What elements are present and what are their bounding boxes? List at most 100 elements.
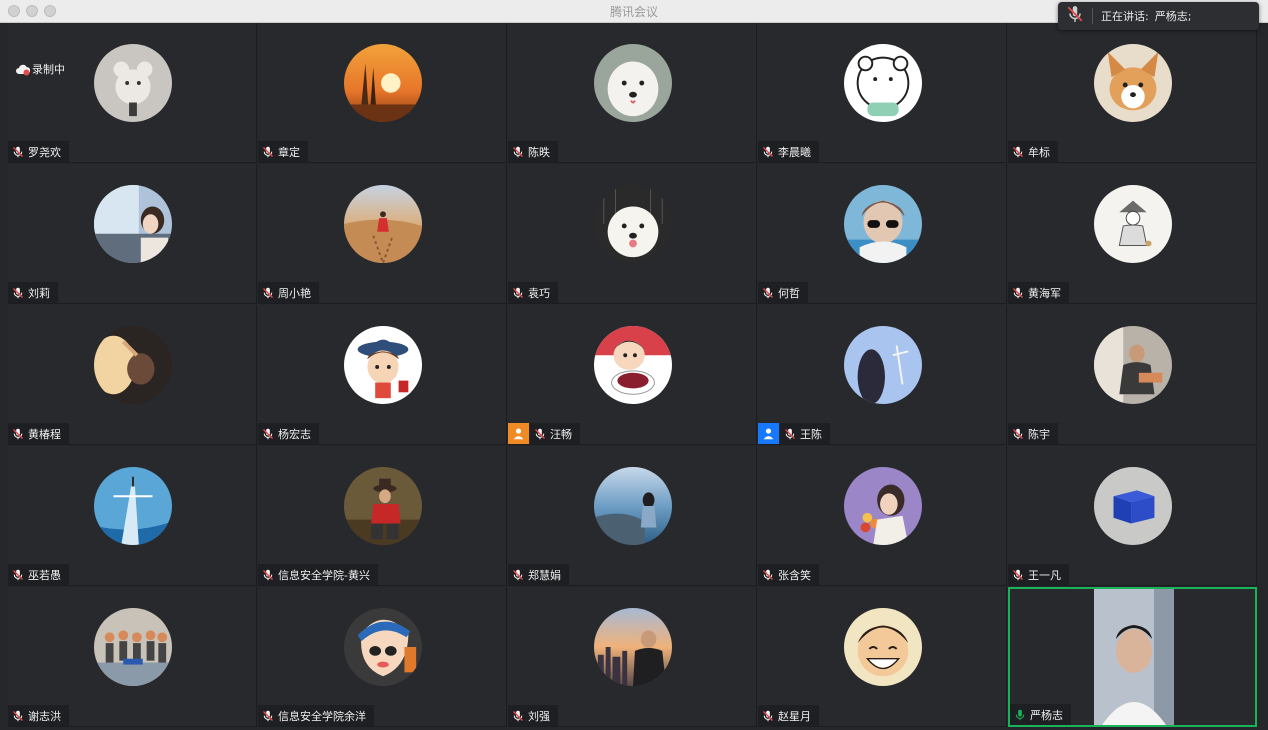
- avatar: [844, 44, 922, 122]
- name-tag: 严杨志: [1010, 704, 1071, 725]
- participant-tile[interactable]: 刘强: [508, 587, 757, 727]
- participant-name: 袁巧: [528, 286, 550, 300]
- participant-name: 刘莉: [28, 286, 50, 300]
- mic-active-icon: [1014, 709, 1026, 721]
- avatar: [594, 185, 672, 263]
- self-video-tile[interactable]: 严杨志: [1008, 587, 1257, 727]
- avatar: [94, 44, 172, 122]
- participant-tile[interactable]: 黄椿程: [8, 305, 257, 445]
- participant-tile[interactable]: 袁巧: [508, 164, 757, 304]
- participant-tile[interactable]: 周小艳: [258, 164, 507, 304]
- avatar: [594, 467, 672, 545]
- meeting-window: 腾讯会议 罗尧欢 录制中 章定 陈昳 李晨曦 牟标 刘莉 周小艳 袁巧 何哲 黄海军 黄椿程 杨宏志 汪畅…: [0, 0, 1268, 730]
- avatar: [1094, 467, 1172, 545]
- participant-tile[interactable]: 张含笑: [758, 446, 1007, 586]
- participant-tile[interactable]: 罗尧欢 录制中: [8, 23, 257, 163]
- mic-muted-icon: [12, 287, 24, 299]
- name-tag: 周小艳: [258, 282, 319, 303]
- avatar: [344, 467, 422, 545]
- mic-muted-icon: [762, 287, 774, 299]
- participant-tile[interactable]: 李晨曦: [758, 23, 1007, 163]
- participant-tile[interactable]: 王陈: [758, 305, 1007, 445]
- name-tag: 牟标: [1008, 141, 1058, 162]
- name-tag: 陈昳: [508, 141, 558, 162]
- mic-muted-icon: [1012, 569, 1024, 581]
- name-tag: 郑慧娟: [508, 564, 569, 585]
- avatar: [1094, 44, 1172, 122]
- divider: [1092, 8, 1093, 24]
- user-icon: [508, 423, 529, 444]
- name-tag: 王一凡: [1008, 564, 1069, 585]
- name-tag: 信息安全学院余洋: [258, 705, 374, 726]
- cloud-record-icon: [16, 64, 31, 76]
- participant-tile[interactable]: 赵星月: [758, 587, 1007, 727]
- participant-name: 谢志洪: [28, 709, 61, 723]
- mic-muted-icon: [512, 710, 524, 722]
- name-tag: 汪畅: [530, 423, 580, 444]
- participant-tile[interactable]: 何哲: [758, 164, 1007, 304]
- name-tag: 章定: [258, 141, 308, 162]
- mic-muted-icon: [534, 428, 546, 440]
- name-tag: 刘强: [508, 705, 558, 726]
- user-icon: [758, 423, 779, 444]
- participant-name: 杨宏志: [278, 427, 311, 441]
- name-tag: 张含笑: [758, 564, 819, 585]
- participant-tile[interactable]: 汪畅: [508, 305, 757, 445]
- mic-muted-icon: [1012, 146, 1024, 158]
- participant-name: 郑慧娟: [528, 568, 561, 582]
- name-tag: 杨宏志: [258, 423, 319, 444]
- mic-muted-icon: [12, 428, 24, 440]
- mic-muted-icon: [784, 428, 796, 440]
- avatar: [344, 185, 422, 263]
- participant-tile[interactable]: 杨宏志: [258, 305, 507, 445]
- participant-tile[interactable]: 陈昳: [508, 23, 757, 163]
- mic-muted-icon: [762, 710, 774, 722]
- participant-tile[interactable]: 王一凡: [1008, 446, 1257, 586]
- avatar: [344, 326, 422, 404]
- participant-name: 牟标: [1028, 145, 1050, 159]
- participant-tile[interactable]: 刘莉: [8, 164, 257, 304]
- participant-name: 章定: [278, 145, 300, 159]
- participant-tile[interactable]: 信息安全学院-黄兴: [258, 446, 507, 586]
- participant-tile[interactable]: 章定: [258, 23, 507, 163]
- participant-name: 刘强: [528, 709, 550, 723]
- participant-name: 周小艳: [278, 286, 311, 300]
- mic-muted-icon: [262, 710, 274, 722]
- avatar: [844, 608, 922, 686]
- participant-tile[interactable]: 巫若愚: [8, 446, 257, 586]
- mic-muted-icon: [12, 569, 24, 581]
- self-camera-video: [1094, 589, 1174, 725]
- participant-name: 黄椿程: [28, 427, 61, 441]
- participant-name: 李晨曦: [778, 145, 811, 159]
- avatar: [94, 467, 172, 545]
- mic-muted-icon: [512, 146, 524, 158]
- participant-grid: 罗尧欢 录制中章定 陈昳 李晨曦 牟标刘莉 周小艳 袁巧 何哲 黄海军黄椿程 杨宏志 汪畅 王陈 陈宇巫…: [8, 23, 1258, 728]
- participant-tile[interactable]: 谢志洪: [8, 587, 257, 727]
- mic-muted-icon: [762, 146, 774, 158]
- avatar: [594, 326, 672, 404]
- name-tag: 罗尧欢: [8, 141, 69, 162]
- mic-muted-icon: [512, 287, 524, 299]
- mic-muted-icon: [12, 146, 24, 158]
- name-tag: 何哲: [758, 282, 808, 303]
- name-tag: 李晨曦: [758, 141, 819, 162]
- participant-tile[interactable]: 黄海军: [1008, 164, 1257, 304]
- participant-name: 赵星月: [778, 709, 811, 723]
- recording-indicator[interactable]: 录制中: [16, 61, 65, 77]
- name-tag: 袁巧: [508, 282, 558, 303]
- participant-name: 何哲: [778, 286, 800, 300]
- avatar: [594, 608, 672, 686]
- name-tag: 谢志洪: [8, 705, 69, 726]
- participant-tile[interactable]: 陈宇: [1008, 305, 1257, 445]
- avatar: [344, 44, 422, 122]
- avatar: [94, 608, 172, 686]
- participant-tile[interactable]: 郑慧娟: [508, 446, 757, 586]
- participant-tile[interactable]: 信息安全学院余洋: [258, 587, 507, 727]
- avatar: [844, 467, 922, 545]
- avatar: [844, 326, 922, 404]
- participant-tile[interactable]: 牟标: [1008, 23, 1257, 163]
- recording-label: 录制中: [32, 63, 65, 76]
- mic-muted-icon: [1012, 428, 1024, 440]
- avatar: [594, 44, 672, 122]
- avatar: [94, 185, 172, 263]
